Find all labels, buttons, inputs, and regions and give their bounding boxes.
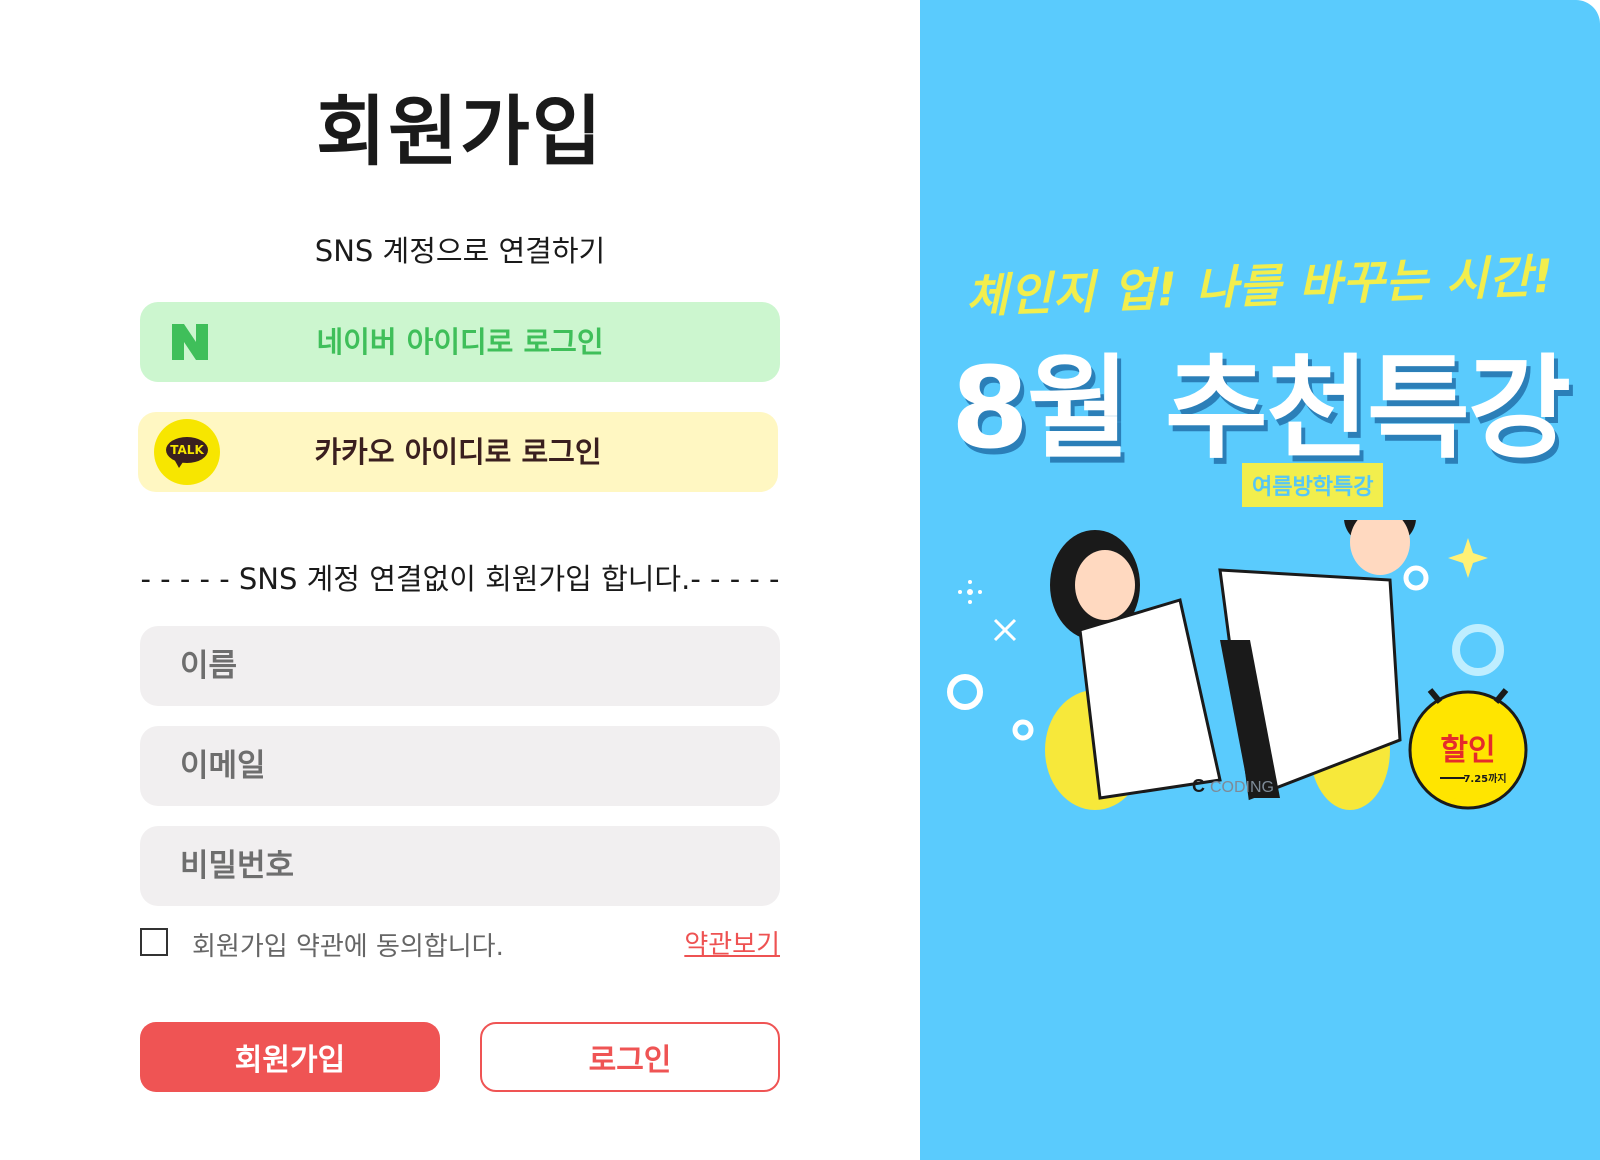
view-terms-link[interactable]: 약관보기 bbox=[684, 924, 780, 961]
sale-label: 할인 bbox=[1440, 733, 1495, 768]
naver-login-button[interactable]: 네이버 아이디로 로그인 bbox=[140, 302, 780, 382]
password-field[interactable] bbox=[140, 826, 780, 906]
name-field[interactable] bbox=[140, 626, 780, 706]
kakao-login-label: 카카오 아이디로 로그인 bbox=[314, 435, 602, 469]
cross-sparkle-icon bbox=[993, 618, 1017, 642]
sale-date: 7.25까지 bbox=[1463, 772, 1506, 785]
banner-slogan: 체인지 업! 나를 바꾸는 시간! bbox=[965, 248, 1556, 324]
no-sns-divider: - - - - - SNS 계정 연결없이 회원가입 합니다.- - - - - bbox=[140, 562, 780, 596]
login-button[interactable]: 로그인 bbox=[480, 1022, 780, 1092]
banner-sub-badge: 여름방학특강 bbox=[1242, 463, 1384, 507]
page-title: 회원가입 bbox=[316, 87, 604, 176]
terms-agree-label: 회원가입 약관에 동의합니다. bbox=[192, 932, 504, 962]
terms-agree-row: 회원가입 약관에 동의합니다. 약관보기 bbox=[140, 924, 780, 964]
signup-panel: 회원가입 SNS 계정으로 연결하기 네이버 아이디로 로그인 TALK 카카오… bbox=[0, 0, 920, 1160]
brand-text: CODING bbox=[1210, 779, 1274, 796]
ring-icon-right bbox=[1403, 565, 1429, 591]
email-field[interactable] bbox=[140, 726, 780, 806]
promo-banner: 체인지 업! 나를 바꾸는 시간! 8월 추천특강 여름방학특강 C CODIN… bbox=[920, 0, 1600, 1160]
sns-caption: SNS 계정으로 연결하기 bbox=[314, 234, 606, 268]
brand-logo-mark: C bbox=[1192, 776, 1205, 796]
big-ring-icon bbox=[1452, 624, 1504, 676]
sale-badge: 할인 7.25까지 bbox=[1408, 688, 1528, 810]
naver-login-label: 네이버 아이디로 로그인 bbox=[316, 325, 604, 359]
banner-illustration: C CODING 할인 7.25까지 bbox=[947, 520, 1528, 810]
star-icon bbox=[1448, 538, 1488, 578]
ring-icon bbox=[947, 674, 983, 710]
kakao-login-button[interactable]: TALK 카카오 아이디로 로그인 bbox=[138, 412, 778, 492]
sparkle-icon bbox=[958, 580, 982, 604]
join-button[interactable]: 회원가입 bbox=[140, 1022, 440, 1092]
small-ring-icon bbox=[1012, 719, 1034, 741]
terms-checkbox[interactable] bbox=[140, 928, 168, 956]
banner-headline: 8월 추천특강 bbox=[950, 344, 1571, 474]
